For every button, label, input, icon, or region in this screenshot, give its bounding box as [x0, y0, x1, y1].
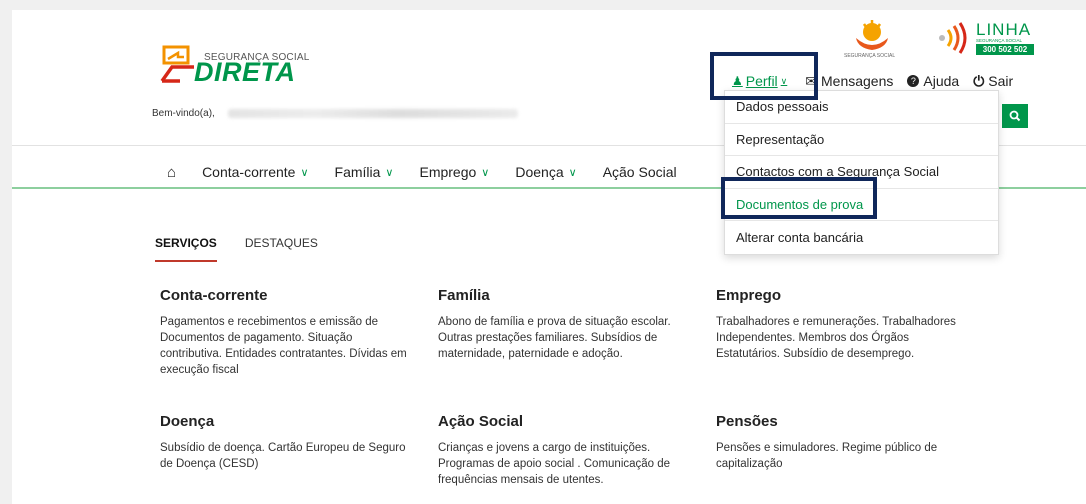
question-icon: ? [907, 75, 920, 87]
page: SEGURANÇA SOCIAL DIRETA SEGURANÇA SOCIAL… [12, 10, 1086, 504]
menu-item-documentos-de-prova[interactable]: Documentos de prova [725, 189, 998, 221]
section-title[interactable]: Doença [160, 413, 410, 430]
ajuda-link[interactable]: ? Ajuda [907, 73, 959, 89]
home-icon: ⌂ [167, 163, 177, 181]
ajuda-label: Ajuda [923, 73, 960, 89]
section-text: Crianças e jovens a cargo de instituiçõe… [438, 442, 671, 486]
linha-subtitle: SEGURANÇA SOCIAL [976, 38, 1023, 43]
section-title[interactable]: Emprego [716, 287, 966, 304]
section-acao-social: Ação Social Crianças e jovens a cargo de… [438, 413, 688, 488]
user-icon: ♟ [732, 74, 743, 88]
perfil-dropdown-menu: Dados pessoais Representação Contactos c… [724, 90, 999, 255]
section-title[interactable]: Pensões [716, 413, 966, 430]
signal-waves-icon [939, 22, 967, 54]
section-text: Pagamentos e recebimentos e emissão de D… [160, 316, 407, 376]
search-icon [1009, 110, 1021, 122]
blurred-username [228, 109, 518, 118]
chevron-down-icon: ∨ [481, 166, 490, 179]
chevron-down-icon: ∨ [385, 166, 394, 179]
menu-item-contactos[interactable]: Contactos com a Segurança Social [725, 156, 998, 189]
perfil-label: Perfil [745, 73, 778, 89]
home-link[interactable]: ⌂ [167, 164, 176, 181]
section-familia: Família Abono de família e prova de situ… [438, 287, 688, 362]
nav-label: Doença [515, 164, 564, 180]
welcome-text: Bem-vindo(a), [152, 108, 215, 119]
nav-conta-corrente[interactable]: Conta-corrente ∨ [202, 164, 308, 180]
chevron-down-icon: ∨ [300, 166, 309, 179]
chevron-down-icon: ∨ [568, 166, 577, 179]
seguranca-social-direta-logo[interactable]: SEGURANÇA SOCIAL DIRETA [160, 41, 330, 93]
chevron-down-icon: ∨ [780, 75, 788, 86]
section-doenca: Doença Subsídio de doença. Cartão Europe… [160, 413, 410, 472]
linha-title: LINHA [976, 20, 1032, 39]
nav-acao-social[interactable]: Ação Social [603, 164, 677, 180]
section-emprego: Emprego Trabalhadores e remunerações. Tr… [716, 287, 966, 362]
sair-link[interactable]: ⏻ Sair [973, 73, 1013, 90]
power-icon: ⏻ [973, 72, 985, 89]
sun-emblem-icon [856, 20, 888, 50]
sair-label: Sair [988, 73, 1014, 89]
perfil-button[interactable]: ♟ Perfil ∨ [728, 73, 791, 89]
nav-familia[interactable]: Família ∨ [335, 164, 394, 180]
section-title[interactable]: Família [438, 287, 688, 304]
search-button[interactable] [1002, 104, 1028, 128]
seguranca-social-emblem: SEGURANÇA SOCIAL [842, 20, 914, 60]
nav-label: Ação Social [602, 164, 677, 180]
tab-servicos[interactable]: SERVIÇOS [155, 236, 217, 262]
content-tabs: SERVIÇOS DESTAQUES [155, 236, 346, 262]
linha-seguranca-social: LINHA SEGURANÇA SOCIAL 300 502 502 [928, 20, 1040, 62]
envelope-icon: ✉ [805, 72, 817, 89]
menu-item-alterar-conta-bancaria[interactable]: Alterar conta bancária [725, 221, 998, 254]
nav-label: Conta-corrente [202, 164, 296, 180]
section-text: Subsídio de doença. Cartão Europeu de Se… [160, 442, 406, 470]
section-title[interactable]: Conta-corrente [160, 287, 410, 304]
nav-label: Emprego [419, 164, 477, 180]
section-text: Abono de família e prova de situação esc… [438, 316, 671, 360]
logo-big-text: DIRETA [194, 57, 296, 87]
nav-doenca[interactable]: Doença ∨ [515, 164, 576, 180]
menu-item-representacao[interactable]: Representação [725, 124, 998, 156]
mensagens-link[interactable]: ✉ Mensagens [805, 73, 893, 90]
top-nav: ♟ Perfil ∨ ✉ Mensagens ? Ajuda ⏻ Sair [728, 70, 1013, 92]
menu-item-dados-pessoais[interactable]: Dados pessoais [725, 91, 998, 124]
linha-number: 300 502 502 [976, 44, 1034, 55]
main-nav: ⌂ Conta-corrente ∨ Família ∨ Emprego ∨ Doen… [167, 162, 703, 182]
section-title[interactable]: Ação Social [438, 413, 688, 430]
section-pensoes: Pensões Pensões e simuladores. Regime pú… [716, 413, 966, 472]
mensagens-label: Mensagens [821, 73, 894, 89]
section-conta-corrente: Conta-corrente Pagamentos e recebimentos… [160, 287, 410, 378]
emblem-caption: SEGURANÇA SOCIAL [844, 53, 896, 59]
direta-logo-icon [160, 45, 194, 83]
nav-emprego[interactable]: Emprego ∨ [419, 164, 489, 180]
section-text: Pensões e simuladores. Regime público de… [716, 442, 938, 470]
nav-label: Família [334, 164, 381, 180]
section-text: Trabalhadores e remunerações. Trabalhado… [716, 316, 956, 360]
tab-destaques[interactable]: DESTAQUES [245, 236, 318, 262]
